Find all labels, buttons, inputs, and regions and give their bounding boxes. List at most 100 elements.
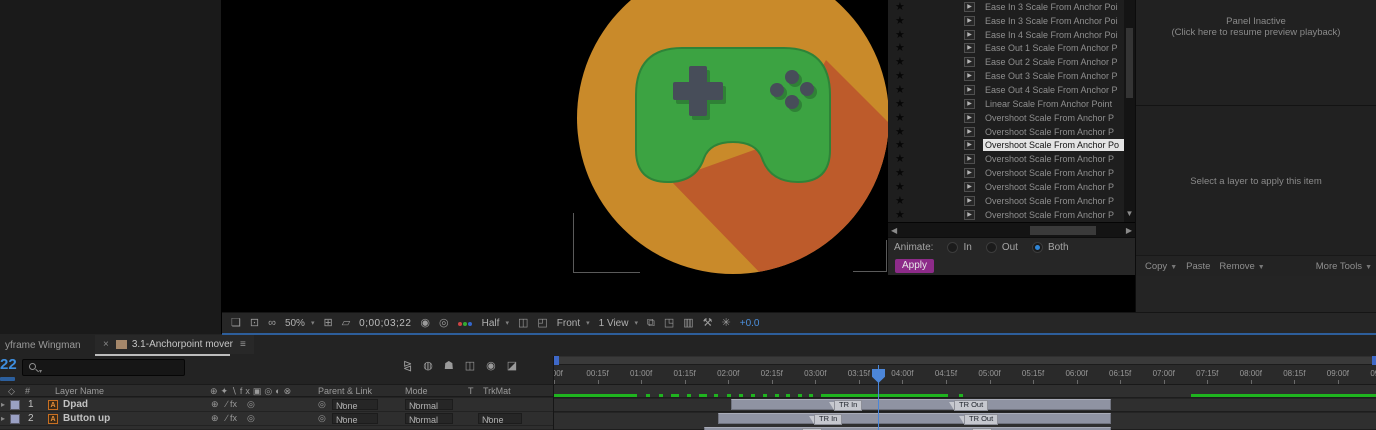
favorite-star-icon[interactable]: ★	[895, 210, 905, 220]
preview-clip-icon[interactable]: ▶	[964, 2, 975, 12]
radio-label-in[interactable]: In	[963, 242, 971, 253]
copy-button[interactable]: Copy▼	[1145, 261, 1177, 272]
favorite-star-icon[interactable]: ★	[895, 30, 905, 40]
timeline-search-input[interactable]: ▾	[22, 359, 185, 376]
radio-label-both[interactable]: Both	[1048, 242, 1069, 253]
radio-in[interactable]	[947, 242, 958, 253]
preview-clip-icon[interactable]: ▶	[964, 127, 975, 137]
layer-switches[interactable]: ⊕ ∕ fx ◎	[211, 413, 255, 424]
scroll-left-icon[interactable]: ◀	[891, 226, 897, 235]
mode-dropdown[interactable]: Normal▾	[405, 413, 453, 424]
draft-3d-icon[interactable]: ◍	[423, 359, 433, 372]
tab-anchorpoint-mover[interactable]: × 3.1-Anchorpoint mover ≡	[95, 335, 254, 354]
vertical-scrollbar[interactable]: ▼	[1124, 0, 1135, 222]
radio-label-out[interactable]: Out	[1002, 242, 1018, 253]
tab-keyframe-wingman[interactable]: yframe Wingman	[5, 340, 81, 351]
radio-both[interactable]	[1032, 242, 1043, 253]
preview-clip-icon[interactable]: ▶	[964, 154, 975, 164]
favorite-star-icon[interactable]: ★	[895, 43, 905, 53]
chevron-down-icon[interactable]: ▾	[634, 319, 638, 327]
flowchart-icon[interactable]: ⚒	[703, 318, 713, 329]
navigator-bar[interactable]	[559, 357, 1372, 364]
stereo-3d-icon[interactable]: ∞	[268, 318, 276, 329]
layer-marker[interactable]: TR Out	[959, 414, 998, 425]
layer-row-partial[interactable]	[0, 426, 553, 430]
panel-inactive-area[interactable]: Panel Inactive (Click here to resume pre…	[1136, 0, 1376, 106]
favorite-star-icon[interactable]: ★	[895, 168, 905, 178]
view-layout-select[interactable]: 1 View	[599, 318, 629, 329]
preset-item[interactable]: ★▶Overshoot Scale From Anchor P	[888, 180, 1124, 194]
preset-item[interactable]: ★▶Overshoot Scale From Anchor P	[888, 152, 1124, 166]
region-of-interest-icon[interactable]: ▱	[342, 318, 350, 329]
layer-switches[interactable]: ⊕ ∕ fx ◎	[211, 399, 255, 410]
motion-blur-icon[interactable]: ◉	[486, 359, 496, 372]
layer-duration-bar[interactable]: TR In TR Out	[718, 413, 1111, 424]
layer-name[interactable]: Dpad	[63, 399, 88, 410]
twirl-icon[interactable]: ▸	[1, 400, 5, 409]
preset-item[interactable]: ★▶Ease In 3 Scale From Anchor Poi	[888, 0, 1124, 14]
preset-item[interactable]: ★▶Ease Out 4 Scale From Anchor P	[888, 83, 1124, 97]
favorite-star-icon[interactable]: ★	[895, 140, 905, 150]
shutter-icon[interactable]: ✳	[722, 318, 731, 329]
preview-clip-icon[interactable]: ▶	[964, 99, 975, 109]
magnification-value[interactable]: 50%	[285, 318, 305, 329]
preset-item[interactable]: ★▶Ease Out 3 Scale From Anchor P	[888, 69, 1124, 83]
preview-clip-icon[interactable]: ▶	[964, 43, 975, 53]
apply-button[interactable]: Apply	[895, 259, 934, 273]
preview-clip-icon[interactable]: ▶	[964, 30, 975, 40]
layer-color-swatch[interactable]	[10, 400, 20, 410]
time-ruler[interactable]: 0:00f00:15f01:00f01:15f02:00f02:15f03:00…	[554, 365, 1376, 385]
preview-clip-icon[interactable]: ▶	[964, 85, 975, 95]
pick-whip-icon[interactable]: ◎	[318, 399, 326, 410]
chevron-down-icon[interactable]: ▾	[586, 319, 590, 327]
hide-shy-icon[interactable]: ☗	[444, 359, 454, 372]
preset-item[interactable]: ★▶Overshoot Scale From Anchor P	[888, 166, 1124, 180]
preset-item[interactable]: ★▶Overshoot Scale From Anchor Po	[888, 138, 1124, 152]
paste-button[interactable]: Paste	[1186, 261, 1210, 272]
preview-clip-icon[interactable]: ▶	[964, 16, 975, 26]
preview-clip-icon[interactable]: ▶	[964, 196, 975, 206]
new-viewer-icon[interactable]: ◳	[664, 318, 674, 329]
exposure-value[interactable]: +0.0	[740, 318, 760, 329]
remove-button[interactable]: Remove▼	[1219, 261, 1264, 272]
frame-blend-icon[interactable]: ◫	[465, 359, 475, 372]
more-tools-button[interactable]: More Tools▼	[1316, 261, 1372, 272]
grid-guides-icon[interactable]: ⊞	[323, 318, 332, 329]
favorite-star-icon[interactable]: ★	[895, 71, 905, 81]
preview-clip-icon[interactable]: ▶	[964, 182, 975, 192]
favorite-star-icon[interactable]: ★	[895, 2, 905, 12]
mini-flowchart-icon[interactable]: ⧎	[403, 359, 412, 372]
view-select[interactable]: Front	[557, 318, 580, 329]
layer-marker[interactable]: TR In	[809, 414, 842, 425]
navigator-end-handle[interactable]	[1372, 356, 1376, 365]
preset-item[interactable]: ★▶Linear Scale From Anchor Point	[888, 97, 1124, 111]
panel-menu-icon[interactable]: ≡	[240, 339, 246, 350]
navigator-start-handle[interactable]	[554, 356, 559, 365]
pixel-aspect-icon[interactable]: ▥	[683, 318, 693, 329]
favorite-star-icon[interactable]: ★	[895, 127, 905, 137]
fast-previews-icon[interactable]: ◫	[518, 318, 528, 329]
favorite-star-icon[interactable]: ★	[895, 99, 905, 109]
timeline-navigator[interactable]	[554, 356, 1376, 365]
favorite-star-icon[interactable]: ★	[895, 154, 905, 164]
preset-item[interactable]: ★▶Overshoot Scale From Anchor P	[888, 125, 1124, 139]
share-view-icon[interactable]: ⧉	[647, 318, 655, 329]
close-icon[interactable]: ×	[103, 339, 109, 350]
chevron-down-icon[interactable]: ▾	[311, 319, 315, 327]
transparency-grid-icon[interactable]: ◰	[537, 318, 547, 329]
vscroll-thumb[interactable]	[1126, 28, 1133, 98]
snapshot-camera-icon[interactable]: ◉	[420, 318, 430, 329]
parent-dropdown[interactable]: None▾	[332, 399, 378, 410]
favorite-star-icon[interactable]: ★	[895, 196, 905, 206]
preset-item[interactable]: ★▶Ease In 3 Scale From Anchor Poi	[888, 14, 1124, 28]
parent-dropdown[interactable]: None▾	[332, 413, 378, 424]
primary-viewer-icon[interactable]: ⊡	[250, 318, 259, 329]
layer-row[interactable]: ▸2AButton up⊕ ∕ fx ◎◎None▾Normal▾None▾	[0, 412, 553, 426]
show-snapshot-icon[interactable]: ◎	[439, 318, 449, 329]
favorite-star-icon[interactable]: ★	[895, 16, 905, 26]
always-preview-icon[interactable]: ❏	[231, 318, 241, 329]
pick-whip-icon[interactable]: ◎	[318, 413, 326, 424]
preview-clip-icon[interactable]: ▶	[964, 168, 975, 178]
radio-out[interactable]	[986, 242, 997, 253]
layer-marker[interactable]: TR In	[829, 400, 862, 411]
